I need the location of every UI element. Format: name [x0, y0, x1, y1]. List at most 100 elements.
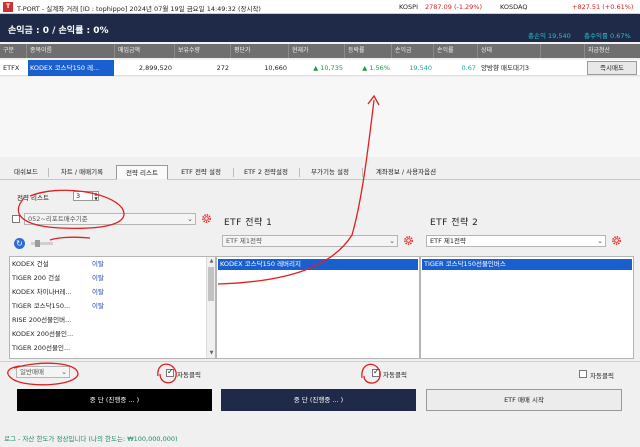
strategy-count-label: 전략 리스트 [17, 194, 49, 202]
list-item[interactable]: KODEX 건설 이탈 [12, 258, 207, 270]
cell-name[interactable]: KODEX 코스닥150 레... [28, 60, 114, 76]
total-profit: 총손익 19,540 [528, 32, 571, 40]
col-header[interactable] [541, 44, 585, 58]
list-item-tag: 이탈 [92, 260, 104, 268]
etf-strategy-1-value: ETF 제1전략 [226, 237, 262, 245]
scroll-thumb[interactable] [208, 267, 214, 301]
list-toggle[interactable] [31, 240, 53, 247]
col-header[interactable]: 손익금 [392, 44, 434, 58]
list-scrollbar[interactable]: ▲ ▼ [206, 257, 215, 358]
etf-strategy-1-title: ETF 전략 1 [224, 218, 273, 228]
list-item-name: KODEX 200선물인... [12, 330, 74, 338]
kospi-label: KOSPI [399, 3, 418, 11]
chevron-down-icon: ⌄ [389, 237, 395, 245]
tab-strategy-list[interactable]: 전략 리스트 [116, 165, 168, 180]
strategy-checkbox[interactable] [12, 215, 20, 223]
auto-click-checkbox-2[interactable] [372, 367, 380, 377]
tab-divider [48, 168, 49, 177]
tab-divider [233, 168, 234, 177]
auto-click-label-3: 자동클릭 [590, 372, 614, 380]
col-header[interactable]: 보유수량 [175, 44, 231, 58]
list-item-name: TIGER 200선물인... [12, 344, 71, 352]
col-header[interactable]: 종목이름 [27, 44, 115, 58]
col-header[interactable]: 매입금액 [115, 44, 175, 58]
tab-addon-settings[interactable]: 부가기능 설정 [302, 165, 358, 180]
cell-pnl-rate: 0.67 [461, 64, 476, 72]
list-item-name: TIGER 200 건설 [12, 274, 61, 282]
table-row[interactable]: ETFX KODEX 코스닥150 레... 2,899,520 272 10,… [0, 60, 640, 76]
etf-strategy-2-select[interactable]: ETF 제1전략 ⌄ [426, 235, 606, 247]
cell-status: 양방향 매도대기3 [481, 64, 530, 72]
col-header[interactable]: 등락률 [345, 44, 392, 58]
kospi-value: 2787.09 (-1.29%) [425, 3, 483, 11]
auto-click-label-2: 자동클릭 [383, 371, 407, 379]
list-item[interactable]: TIGER 200 건설 이탈 [12, 272, 207, 284]
list-item[interactable]: KODEX 차이나H레... 이탈 [12, 286, 207, 298]
list-item[interactable]: RISE 200선물인버... [12, 314, 207, 326]
spinner-arrows[interactable]: ▲ ▼ [92, 191, 99, 201]
etf-2-selected-row[interactable]: TIGER 코스닥150선물인버스 [422, 259, 632, 270]
cell-qty: 272 [216, 64, 229, 72]
stop-button-2[interactable]: 중 단 (진행중 ... ) [221, 389, 416, 411]
positions-grid-header: 구분 종목이름 매입금액 보유수량 평단가 현재가 등락률 손익금 손익률 상태… [0, 44, 640, 58]
scroll-up-icon[interactable]: ▲ [208, 258, 215, 265]
toggle-knob[interactable] [35, 240, 40, 247]
scroll-down-icon[interactable]: ▼ [208, 350, 215, 357]
etf-strategy-2-list[interactable]: TIGER 코스닥150선물인버스 [420, 256, 634, 359]
cell-buy-amount: 2,899,520 [138, 64, 172, 72]
trade-mode-select[interactable]: 일반매매 ⌄ [16, 366, 70, 378]
app-logo: T [3, 2, 13, 12]
tab-chart-trades[interactable]: 차트 / 매매기록 [53, 165, 111, 180]
list-item[interactable]: TIGER 코스닥150... 이탈 [12, 300, 207, 312]
auto-click-checkbox-1[interactable] [166, 367, 174, 377]
col-header[interactable]: 현재가 [289, 44, 345, 58]
sell-now-button[interactable]: 즉시매도 [587, 61, 637, 75]
total-profit-rate: 총수익률 0.67% [584, 32, 631, 40]
etf-1-selected-row[interactable]: KODEX 코스닥150 레버리지 [218, 259, 418, 270]
list-item-name: RISE 200선물인버... [12, 316, 72, 324]
etf-strategy-1-select[interactable]: ETF 제1전략 ⌄ [222, 235, 398, 247]
tab-account-options[interactable]: 계좌정보 / 사용자옵션 [366, 165, 446, 180]
stop-button-1[interactable]: 중 단 (진행중 ... ) [17, 389, 212, 411]
etf-strategy-2-title: ETF 전략 2 [430, 218, 479, 228]
auto-click-checkbox-3[interactable] [579, 370, 587, 378]
list-item-name: TIGER 코스닥150... [12, 302, 71, 310]
col-header[interactable]: 손익률 [434, 44, 478, 58]
chevron-down-icon: ⌄ [61, 368, 67, 376]
title-bar: T T-PORT - 실계좌 거래 [ID : tophippo] 2024년 … [0, 0, 640, 14]
col-header[interactable]: 지금청산 [585, 44, 640, 58]
strategy-stock-list[interactable]: KODEX 건설 이탈 TIGER 200 건설 이탈 KODEX 차이나H레.… [9, 256, 216, 359]
col-header[interactable]: 상태 [478, 44, 541, 58]
tab-etf-strategy[interactable]: ETF 전략 설정 [172, 165, 230, 180]
report-strategy-select[interactable]: 052~리포트매수기준 ⌄ [24, 213, 196, 225]
cell-pnl: 19,540 [409, 64, 432, 72]
gear-icon[interactable] [403, 235, 414, 246]
gear-icon[interactable] [201, 213, 212, 224]
etf-strategy-2-value: ETF 제1전략 [430, 237, 466, 245]
status-bar-text: 로그 - 자산 한도가 정상입니다 (나의 한도는: ₩100,000,000) [4, 435, 178, 443]
etf-trade-start-button[interactable]: ETF 매매 시작 [426, 389, 622, 411]
tab-etf2-strategy[interactable]: ETF 2 전략설정 [236, 165, 296, 180]
col-header[interactable]: 구분 [0, 44, 27, 58]
kosdaq-label: KOSDAQ [500, 3, 528, 11]
cell-current-price: ▲ 10,735 [313, 64, 343, 72]
list-item-name: KODEX 차이나H레... [12, 288, 72, 296]
divider [0, 361, 640, 362]
tab-divider [299, 168, 300, 177]
gear-icon[interactable] [611, 235, 622, 246]
profit-summary: 손익금 : 0 / 손익률 : 0% [8, 26, 109, 36]
col-header[interactable]: 평단가 [231, 44, 289, 58]
list-item[interactable]: TIGER 200선물인... [12, 342, 207, 354]
tab-dashboard[interactable]: 대쉬보드 [8, 165, 44, 180]
etf-strategy-1-list[interactable]: KODEX 코스닥150 레버리지 [216, 256, 420, 359]
kosdaq-value: +827.51 (+0.61%) [572, 3, 634, 11]
auto-click-label-1: 자동클릭 [177, 371, 201, 379]
tab-divider [362, 168, 363, 177]
summary-bar: 손익금 : 0 / 손익률 : 0% 총손익 19,540 총수익률 0.67% [0, 14, 640, 42]
refresh-icon[interactable]: ↻ [14, 238, 25, 249]
list-item[interactable]: KODEX 200선물인... [12, 328, 207, 340]
cell-avg-price: 10,660 [264, 64, 287, 72]
window-title: T-PORT - 실계좌 거래 [ID : tophippo] 2024년 07… [17, 5, 261, 13]
list-item-name: KODEX 건설 [12, 260, 49, 268]
report-strategy-value: 052~리포트매수기준 [28, 215, 88, 223]
